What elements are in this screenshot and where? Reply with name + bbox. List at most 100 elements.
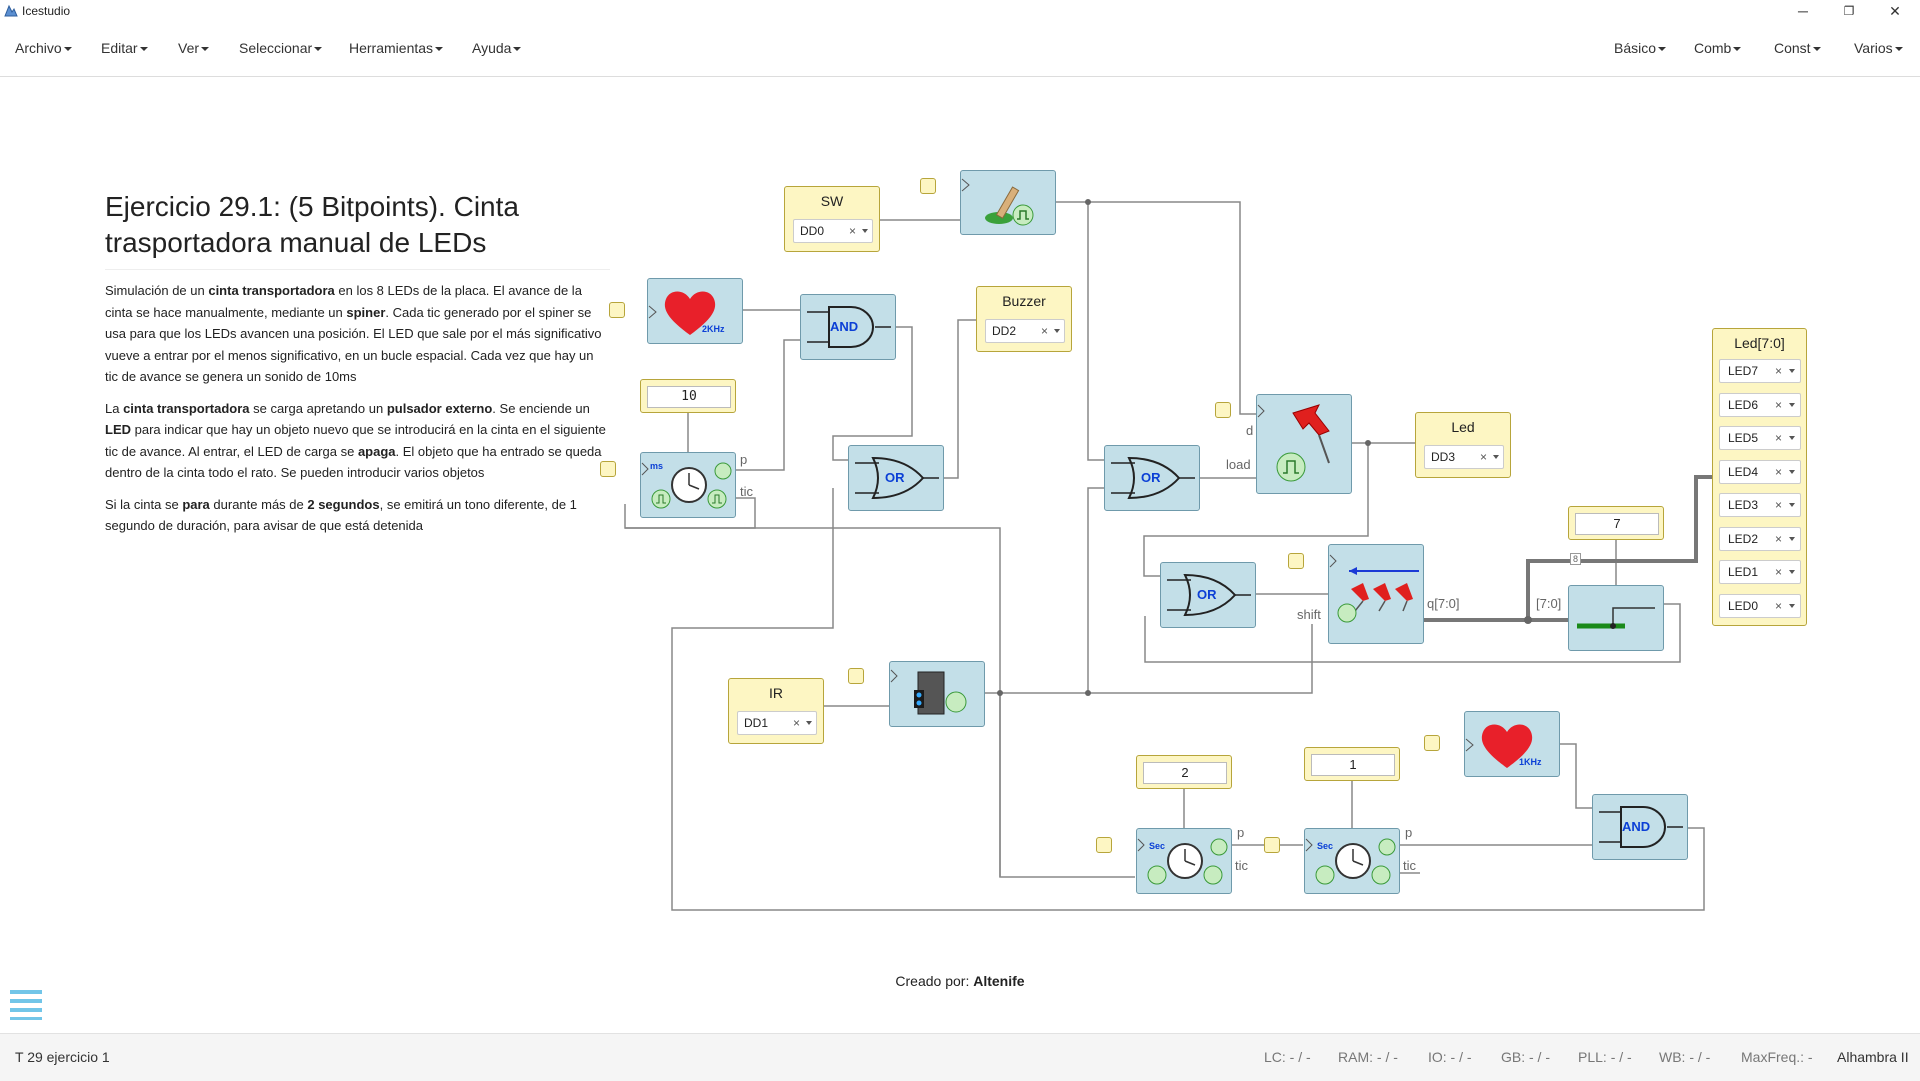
dropdown-icon[interactable] [1789,402,1795,407]
clear-icon[interactable]: × [1775,394,1782,416]
clock-pin[interactable] [600,461,616,477]
or-gate[interactable]: OR [1160,562,1256,628]
clock-pin[interactable] [1096,837,1112,853]
input-pin-sw[interactable]: SW DD0 × [784,186,880,252]
clear-icon[interactable]: × [1775,360,1782,382]
dropdown-icon[interactable] [1054,329,1060,333]
window-title: Icestudio [22,4,71,18]
constant-value[interactable]: 10 [647,386,731,408]
hamburger-menu-icon[interactable] [10,990,42,1020]
caret-down-icon [63,47,72,52]
timer-sec-block[interactable]: Sec [1304,828,1400,894]
heartbeat-1khz-block[interactable]: 1KHz [1464,711,1560,777]
dropdown-icon[interactable] [806,721,812,725]
output-bus-led[interactable]: Led[7:0] LED7 × LED6 × LED5 × LED4 × LED3 × LED2 × L… [1712,328,1807,626]
dropdown-icon[interactable] [1789,570,1795,574]
clock-pin[interactable] [1215,402,1231,418]
clear-icon[interactable]: × [1775,461,1782,483]
pin-select[interactable]: DD0 × [793,219,873,243]
heart-icon [648,291,716,335]
status-maxfreq: MaxFreq.: - [1741,1049,1813,1065]
dropdown-icon[interactable] [1789,503,1795,507]
menu-archivo[interactable]: Archivo [15,40,72,56]
ir-sensor-block[interactable] [889,661,985,727]
led-pin-select[interactable]: LED6 × [1719,392,1801,417]
status-ram: RAM: - / - [1338,1049,1398,1065]
shift-register-block[interactable] [1328,544,1424,644]
clear-icon[interactable]: × [1775,427,1782,449]
clock-pin[interactable] [1264,837,1280,853]
restore-button[interactable]: ❐ [1826,0,1872,22]
led-pin-select[interactable]: LED2 × [1719,526,1801,551]
constant-value[interactable]: 7 [1575,513,1659,535]
comparator-block[interactable] [1568,585,1664,651]
led-pin-select[interactable]: LED1 × [1719,560,1801,584]
and-gate[interactable]: AND [800,294,896,360]
input-pin-ir[interactable]: IR DD1 × [728,678,824,744]
clear-icon[interactable]: × [1775,561,1782,583]
dropdown-icon[interactable] [862,229,868,233]
clear-icon[interactable]: × [1041,320,1048,342]
led-pin-select[interactable]: LED5 × [1719,426,1801,450]
clock-pin[interactable] [848,668,864,684]
or-gate[interactable]: OR [848,445,944,511]
board-name[interactable]: Alhambra II [1837,1049,1909,1065]
constant-7[interactable]: 7 [1568,506,1664,540]
constant-1[interactable]: 1 [1304,747,1400,781]
timer-unit-label: Sec [1149,841,1166,851]
pin-select[interactable]: DD2 × [985,319,1065,343]
register-block[interactable] [1256,394,1352,494]
constant-2[interactable]: 2 [1136,755,1232,789]
clock-pin[interactable] [1288,553,1304,569]
menu-herramientas[interactable]: Herramientas [349,40,444,56]
dropdown-icon[interactable] [1493,455,1499,459]
clear-icon[interactable]: × [793,712,800,734]
menu-varios[interactable]: Varios [1854,40,1903,56]
led-pin-select[interactable]: LED4 × [1719,459,1801,484]
clear-icon[interactable]: × [1480,446,1487,468]
led-pin-select[interactable]: LED3 × [1719,493,1801,517]
menu-label: Const [1774,40,1811,56]
timer-sec-block[interactable]: Sec [1136,828,1232,894]
and-gate[interactable]: AND [1592,794,1688,860]
menu-seleccionar[interactable]: Seleccionar [239,40,323,56]
led-pin-select[interactable]: LED7 × [1719,359,1801,383]
heartbeat-2khz-block[interactable]: 2KHz [647,278,743,344]
menu-const[interactable]: Const [1774,40,1821,56]
timer-unit-label: Sec [1317,841,1334,851]
constant-value[interactable]: 1 [1311,754,1395,776]
or-gate[interactable]: OR [1104,445,1200,511]
dropdown-icon[interactable] [1789,436,1795,440]
minimize-button[interactable]: ─ [1780,0,1826,22]
dropdown-icon[interactable] [1789,469,1795,474]
menu-basico[interactable]: Básico [1614,40,1667,56]
constant-value[interactable]: 2 [1143,762,1227,784]
dropdown-icon[interactable] [1789,603,1795,608]
clock-pin[interactable] [609,302,625,318]
led-pin-select[interactable]: LED0 × [1719,593,1801,618]
constant-10[interactable]: 10 [640,379,736,413]
output-pin-buzzer[interactable]: Buzzer DD2 × [976,286,1072,352]
dropdown-icon[interactable] [1789,536,1795,541]
port-d-label: d [1246,423,1254,438]
menu-ver[interactable]: Ver [178,40,210,56]
clear-icon[interactable]: × [1775,528,1782,550]
output-pin-led[interactable]: Led DD3 × [1415,412,1511,478]
clock-pin[interactable] [920,178,936,194]
menu-editar[interactable]: Editar [101,40,148,56]
pin-select[interactable]: DD1 × [737,711,817,735]
clock-pin[interactable] [1424,735,1440,751]
menu-comb[interactable]: Comb [1694,40,1742,56]
timer-ms-block[interactable]: ms [640,452,736,518]
close-button[interactable]: ✕ [1872,0,1918,22]
clear-icon[interactable]: × [1775,494,1782,516]
timer-unit-label: ms [650,461,664,471]
caret-down-icon [435,47,444,52]
pin-select[interactable]: DD3 × [1424,445,1504,469]
menu-ayuda[interactable]: Ayuda [472,40,522,56]
bold-text: cinta transportadora [123,400,250,416]
dropdown-icon[interactable] [1789,369,1795,373]
switch-block[interactable] [960,170,1056,235]
clear-icon[interactable]: × [1775,595,1782,617]
clear-icon[interactable]: × [849,220,856,242]
